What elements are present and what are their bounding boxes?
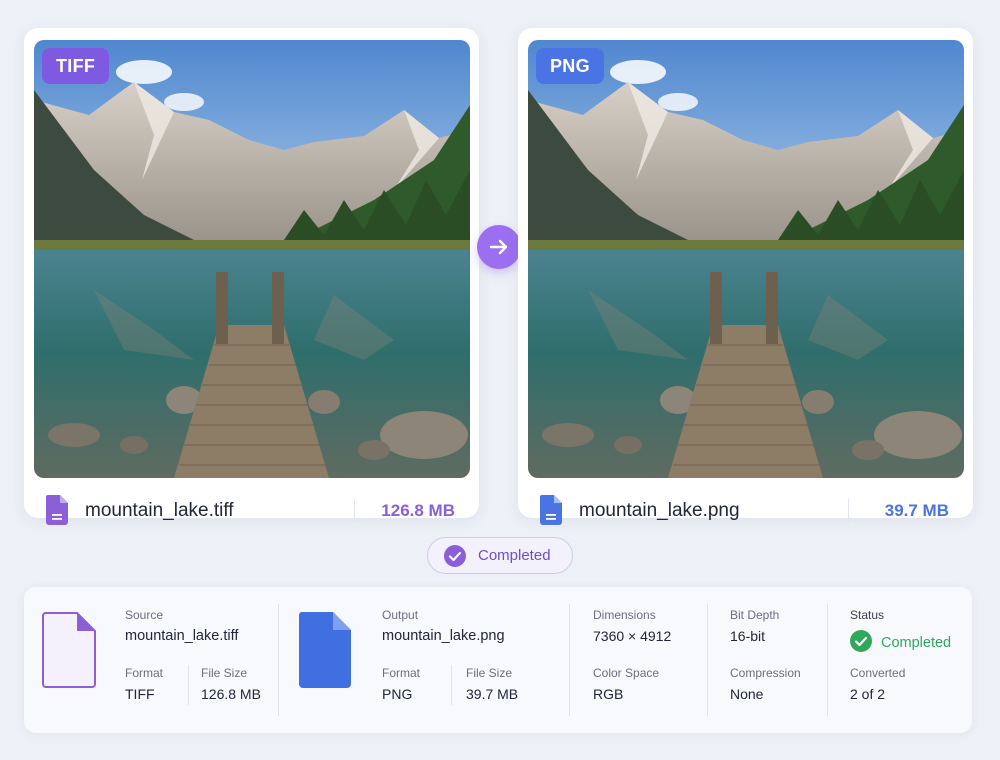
bit-depth-label: Bit Depth: [730, 608, 780, 622]
output-filename: mountain_lake.png: [579, 500, 740, 521]
source-filename: mountain_lake.tiff: [85, 500, 234, 521]
source-filename-detail: mountain_lake.tiff: [125, 628, 239, 644]
divider: [278, 604, 279, 716]
compression-value: None: [730, 686, 764, 702]
source-size-value: 126.8 MB: [201, 686, 261, 702]
mountain-lake-image: [528, 40, 964, 478]
output-image-preview[interactable]: PNG: [528, 40, 964, 478]
source-format-label: Format: [125, 666, 164, 680]
source-card: TIFF mountain_lake.tiff 126.8 MB: [24, 28, 479, 525]
converted-value: 2 of 2: [850, 686, 886, 702]
source-image-preview[interactable]: TIFF: [34, 40, 470, 478]
divider: [354, 499, 355, 523]
file-doc-icon: [540, 495, 562, 525]
divider: [707, 604, 708, 716]
status-pill-label: Completed: [478, 547, 551, 564]
output-format-label: Format: [382, 666, 421, 680]
file-doc-icon: [46, 495, 68, 525]
divider: [827, 604, 828, 716]
color-space-label: Color Space: [593, 666, 660, 680]
output-card: PNG mountain_lake.png 39.7 MB: [518, 28, 973, 525]
divider: [451, 665, 452, 705]
check-circle-icon: [850, 630, 872, 652]
source-file-size: 126.8 MB: [381, 501, 455, 520]
source-label: Source: [125, 608, 164, 622]
dimensions-value: 7360 × 4912: [593, 628, 672, 644]
divider: [848, 499, 849, 523]
output-filename-detail: mountain_lake.png: [382, 628, 505, 644]
file-filled-icon: [299, 612, 351, 688]
conversion-details-panel: Source mountain_lake.tiff Format TIFF Fi…: [24, 587, 972, 733]
status-pill: Completed: [427, 537, 573, 574]
output-label: Output: [382, 608, 419, 622]
check-circle-icon: [444, 545, 466, 567]
bit-depth-value: 16-bit: [730, 628, 766, 644]
converted-label: Converted: [850, 666, 906, 680]
arrow-right-icon: [489, 239, 508, 255]
divider: [188, 665, 189, 705]
output-size-label: File Size: [466, 666, 513, 680]
output-format-badge: PNG: [536, 48, 604, 84]
source-format-badge: TIFF: [42, 48, 110, 84]
status-label: Status: [850, 608, 885, 622]
output-size-value: 39.7 MB: [466, 686, 519, 702]
compression-label: Compression: [730, 666, 801, 680]
color-space-value: RGB: [593, 686, 624, 702]
file-outline-icon: [42, 612, 96, 688]
source-format-value: TIFF: [125, 686, 155, 702]
mountain-lake-image: [34, 40, 470, 478]
status-text: Completed: [881, 635, 952, 651]
output-file-size: 39.7 MB: [884, 501, 949, 520]
divider: [569, 604, 570, 716]
convert-arrow-button[interactable]: [477, 225, 521, 269]
status-value: Completed: [850, 630, 951, 657]
dimensions-label: Dimensions: [593, 608, 656, 622]
source-size-label: File Size: [201, 666, 248, 680]
output-format-value: PNG: [382, 686, 413, 702]
